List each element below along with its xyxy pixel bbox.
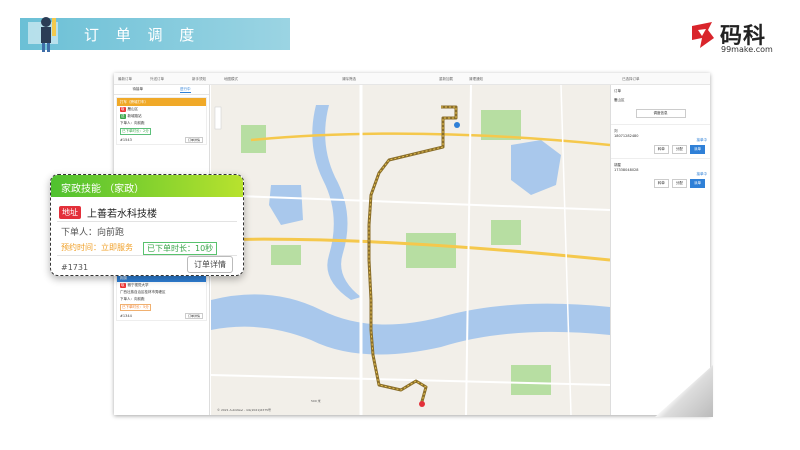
placer-text: 下单人：向前跑 (120, 297, 145, 301)
toolbar-item-reload[interactable]: 重新加载 (439, 77, 453, 82)
order-card[interactable]: 打车（跨城打车） 取雁山区 送新城路站 下单人：向前跑 已下单时长：2分 #15… (116, 97, 207, 145)
toolbar-item-guide[interactable]: 新手须知 (192, 77, 206, 82)
toolbar-item-delivery[interactable]: 外送订单 (150, 77, 164, 82)
brand-url: 99make.com (721, 45, 773, 54)
address-text: 广西壮族自治区桂林市秀峰区 (120, 290, 166, 294)
tab-in-progress[interactable]: 进行中 (180, 87, 191, 93)
end-marker-icon[interactable] (419, 401, 425, 407)
order-popup-card[interactable]: 家政技能 （家政） 地址 上善若水科技楼 下单人：向前跑 预约时间：立即服务 已… (50, 174, 244, 276)
rider-status: 接单中 (696, 172, 708, 176)
rider-item[interactable]: 刘 18071282480 接单中 转单 分配 派单 (611, 124, 710, 158)
assign-button[interactable]: 分配 (671, 179, 687, 188)
placer-text: 下单人：向前跑 (120, 121, 145, 125)
transfer-button[interactable]: 转单 (653, 179, 669, 188)
order-detail-button[interactable]: 订单详情 (184, 313, 203, 319)
toolbar-selected[interactable]: 已选择订单 (622, 77, 640, 82)
transfer-button[interactable]: 转单 (653, 145, 669, 154)
assign-button[interactable]: 分配 (671, 145, 687, 154)
appointment-time: 预约时间：立即服务 (61, 243, 133, 252)
dispatch-panel: 订单 雁山区 调度信息 刘 18071282480 接单中 转单 分配 派单 胡… (610, 85, 710, 415)
dropoff-text: 新城路站 (127, 114, 142, 118)
rider-item[interactable]: 胡星 17338048028 接单中 转单 分配 派单 (611, 158, 710, 192)
order-detail-button[interactable]: 订单详情 (184, 137, 203, 143)
section-banner: 订 单 调 度 (20, 17, 290, 52)
map-copyright: © 2021 AutoNavi - GS(2021)6375号 (217, 408, 272, 412)
elapsed-badge: 已下单时长：5分 (120, 304, 151, 311)
start-marker-icon[interactable] (454, 122, 460, 128)
tab-pending[interactable]: 待接单 (133, 87, 144, 92)
pickup-text: 雁山区 (127, 107, 139, 111)
order-card[interactable]: 跑腿 取雅宁视觉大学 广西壮族自治区桂林市秀峰区 下单人：向前跑 已下单时长：5… (116, 273, 207, 321)
map-view[interactable]: © 2021 AutoNavi - GS(2021)6375号 500 米 (211, 85, 610, 415)
person-icon (28, 17, 58, 52)
address-tag: 地址 (59, 206, 81, 219)
toolbar-item-mapmode[interactable]: 地图模式 (224, 77, 238, 82)
zoom-control[interactable] (214, 106, 222, 130)
pickup-tag: 取 (120, 283, 126, 288)
brand-logo: 码科 99make.com (688, 18, 788, 58)
elapsed-badge: 已下单时长：2分 (120, 128, 151, 135)
dispatch-info-button[interactable]: 调度信息 (635, 109, 686, 118)
popup-placer: 下单人：向前跑 (61, 228, 125, 238)
popup-address: 上善若水科技楼 (87, 209, 157, 220)
panel-title: 订单 (614, 89, 621, 93)
dispatch-button[interactable]: 派单 (690, 145, 705, 154)
pickup-tag: 取 (120, 107, 126, 112)
page-title: 订 单 调 度 (84, 26, 201, 44)
top-toolbar: 最新订单 外送订单 新手须知 地图模式 清除筛选 重新加载 清理通知 已选择订单 (114, 73, 710, 85)
order-id: #1344 (120, 314, 132, 318)
logo-mark-icon (692, 22, 714, 48)
rider-status: 接单中 (696, 138, 708, 142)
panel-sub: 雁山区 (614, 98, 625, 102)
toolbar-item-latest[interactable]: 最新订单 (118, 77, 132, 82)
pickup-text: 雅宁视觉大学 (127, 283, 149, 287)
popup-order-id: #1731 (61, 263, 89, 272)
map-canvas[interactable] (211, 85, 610, 415)
order-detail-button[interactable]: 订单详情 (187, 256, 233, 273)
map-scale: 500 米 (311, 399, 321, 403)
dispatch-button[interactable]: 派单 (690, 179, 705, 188)
toolbar-item-clear[interactable]: 清除筛选 (342, 77, 356, 82)
elapsed-badge: 已下单时长：10秒 (143, 242, 218, 255)
popup-header: 家政技能 （家政） (51, 175, 243, 197)
card-header: 打车（跨城打车） (117, 98, 206, 106)
toolbar-item-clean[interactable]: 清理通知 (469, 77, 483, 82)
dropoff-tag: 送 (120, 114, 126, 119)
divider (57, 221, 237, 222)
order-id: #1543 (120, 138, 132, 142)
